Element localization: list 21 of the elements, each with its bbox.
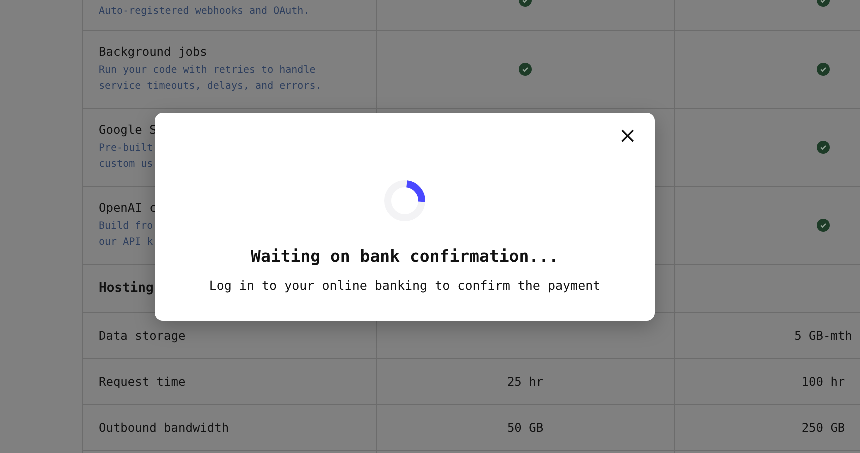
close-button[interactable]: × — [614, 123, 641, 151]
modal-title: Waiting on bank confirmation... — [251, 247, 559, 266]
feature-description: custom us — [99, 158, 154, 172]
table-cell: 5 GB-mth — [794, 328, 852, 342]
feature-description: Pre-built — [99, 142, 154, 156]
feature-description: Run your code with retries to handle — [99, 64, 316, 78]
row-label: Outbound bandwidth — [99, 420, 230, 434]
loading-spinner — [384, 180, 426, 222]
section-heading: Hosting — [99, 281, 154, 296]
feature-description: service timeouts, delays, and errors. — [99, 80, 322, 94]
feature-description: Build fro — [99, 220, 154, 234]
table-cell: 50 GB — [507, 420, 544, 434]
table-cell: 250 GB — [802, 420, 846, 434]
table-cell: 100 hr — [802, 374, 846, 388]
modal-message: Log in to your online banking to confirm the payment — [209, 278, 601, 293]
feature-description: Auto-registered webhooks and OAuth. — [99, 5, 310, 19]
row-label: Request time — [99, 374, 186, 388]
feature-description: our API k — [99, 236, 154, 250]
row-label: Data storage — [99, 328, 186, 342]
row-label: Background jobs — [99, 44, 208, 58]
table-cell: 25 hr — [507, 374, 544, 388]
